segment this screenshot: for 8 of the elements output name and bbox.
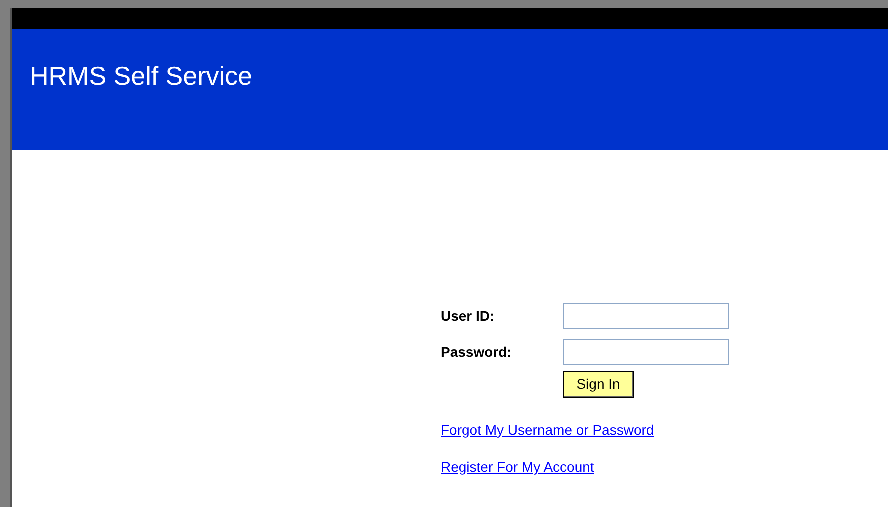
link[interactable]: Forgot My Username or Password — [441, 421, 654, 439]
sign-in-button[interactable]: Sign In — [563, 371, 634, 398]
link[interactable]: Register For My Account — [441, 458, 594, 476]
input-field[interactable] — [563, 303, 729, 329]
field-label: Password: — [441, 342, 513, 362]
field-label: User ID: — [441, 306, 496, 326]
app-title: HRMS Self Service — [30, 61, 252, 91]
input-field[interactable] — [563, 339, 729, 365]
